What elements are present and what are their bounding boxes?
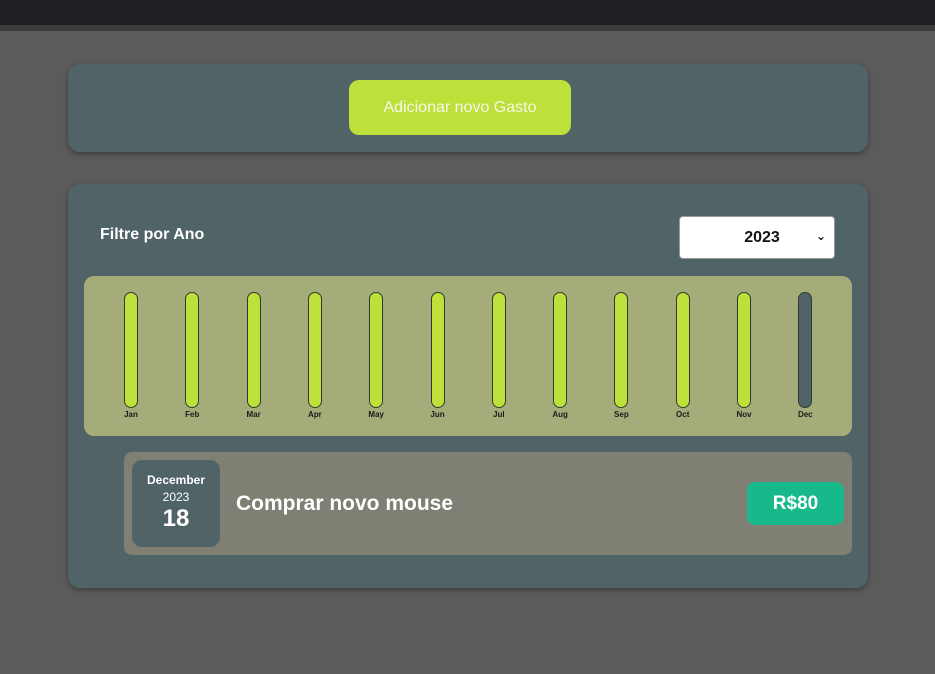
chart-bar-nov: Nov <box>724 292 764 422</box>
chart-bar-label: Jan <box>124 410 138 419</box>
chart-bar-apr: Apr <box>295 292 335 422</box>
chart-bar-label: Nov <box>736 410 752 419</box>
browser-divider <box>0 25 935 31</box>
chart-bar-fill <box>554 293 567 407</box>
chart-bar-label: Jul <box>493 410 505 419</box>
chart-bar-label: May <box>368 410 384 419</box>
chart-bar-fill <box>308 293 321 407</box>
chart-bar-track <box>369 292 384 408</box>
chart-bar-label: Sep <box>614 410 629 419</box>
chart-bar-feb: Feb <box>172 292 212 422</box>
new-expense-card: Adicionar novo Gasto <box>68 64 868 152</box>
chart-bar-track <box>737 292 751 408</box>
chart-bar-fill <box>738 293 750 407</box>
chart-bar-track <box>553 292 568 408</box>
chart-bar-jun: Jun <box>418 292 458 422</box>
expense-amount-badge: R$80 <box>747 482 844 525</box>
chart-bar-label: Dec <box>797 410 813 419</box>
chart-bar-jul: Jul <box>479 292 519 422</box>
expense-title: Comprar novo mouse <box>236 492 454 515</box>
chart-bar-track <box>430 292 445 408</box>
expense-date-day: 18 <box>162 505 190 532</box>
monthly-expenses-chart: Jan Feb Mar Apr May Jun Jul Aug Sep Oct Nov Dec <box>84 276 852 436</box>
chart-bar-fill <box>247 293 260 407</box>
chart-bar-fill <box>492 293 505 407</box>
chart-bar-may: May <box>356 292 396 422</box>
chart-bar-sep: Sep <box>601 292 641 422</box>
browser-top-bar <box>0 0 935 25</box>
chart-bar-label: Apr <box>308 410 322 419</box>
chart-bar-track <box>246 292 261 408</box>
chart-bar-track <box>307 292 322 408</box>
chart-bar-fill <box>676 293 689 407</box>
chart-bar-label: Jun <box>430 410 445 419</box>
chart-bar-track <box>185 292 200 408</box>
expenses-card: Filtre por Ano 2023 ⌄ Jan Feb Mar Apr May Jun… <box>68 184 868 588</box>
chart-bar-fill <box>186 293 199 407</box>
chart-bar-fill <box>370 293 383 407</box>
year-filter-value: 2023 <box>744 228 780 246</box>
add-new-expense-button[interactable]: Adicionar novo Gasto <box>349 80 571 135</box>
expense-date-year: 2023 <box>162 490 190 504</box>
chart-bar-aug: Aug <box>540 292 580 422</box>
chart-bar-label: Aug <box>552 410 568 419</box>
expense-date: December 2023 18 <box>132 460 220 547</box>
chart-bar-track <box>614 292 629 408</box>
chart-bar-mar: Mar <box>234 292 274 422</box>
chart-bar-track <box>798 292 813 408</box>
chart-bar-label: Mar <box>246 410 261 419</box>
chart-bar-label: Oct <box>676 410 690 419</box>
chart-bar-fill <box>615 293 628 407</box>
chart-bar-fill <box>125 293 137 407</box>
chart-bar-dec: Dec <box>785 292 825 422</box>
chart-bar-fill <box>431 293 444 407</box>
year-filter-select[interactable]: 2023 ⌄ <box>679 216 835 259</box>
chart-bar-track <box>491 292 506 408</box>
expense-date-month: December <box>146 473 206 487</box>
chart-bar-label: Feb <box>185 410 200 419</box>
chart-bar-jan: Jan <box>111 292 151 422</box>
year-filter-label: Filtre por Ano <box>100 226 205 243</box>
chevron-down-icon: ⌄ <box>815 229 826 243</box>
chart-bar-track <box>124 292 138 408</box>
chart-bar-oct: Oct <box>663 292 703 422</box>
chart-bar-track <box>675 292 690 408</box>
expense-item: December 2023 18 Comprar novo mouse R$80 <box>124 452 852 555</box>
